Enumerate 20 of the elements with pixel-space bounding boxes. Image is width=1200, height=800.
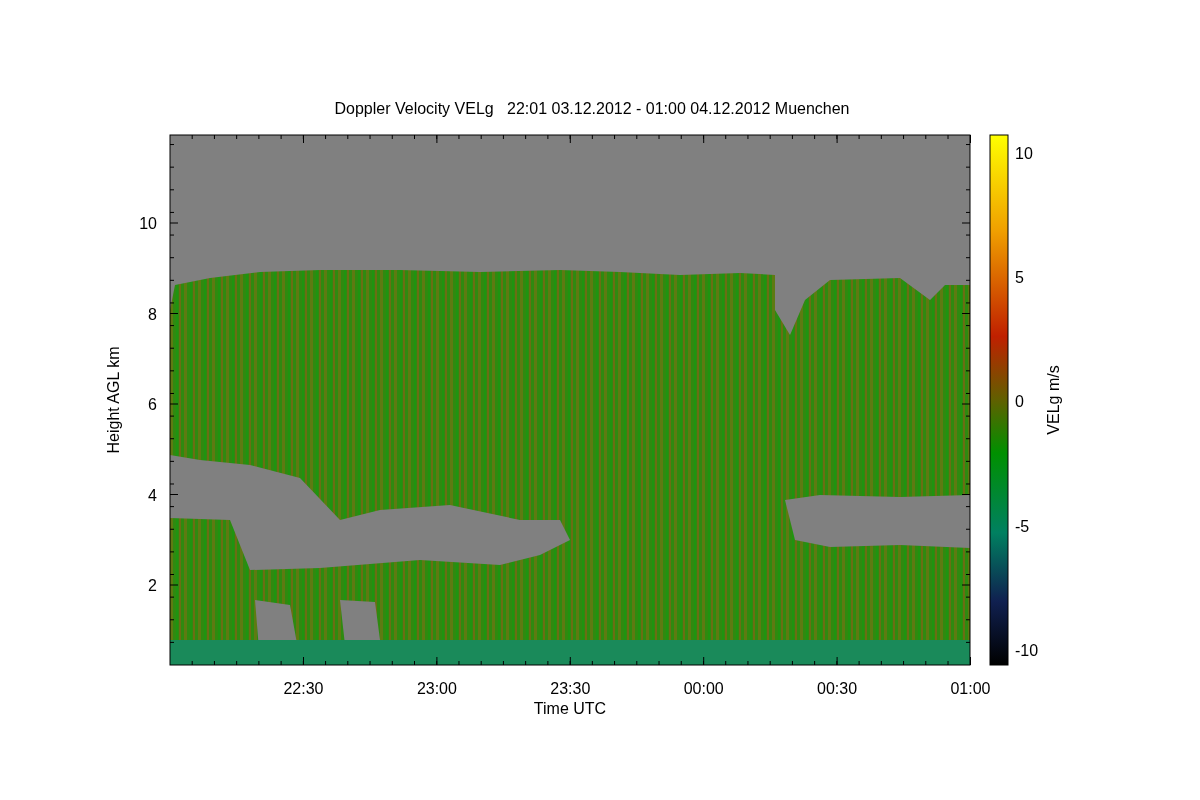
x-axis-label: Time UTC <box>533 700 607 717</box>
colorbar-tick-label: 5 <box>1015 269 1024 287</box>
colorbar-label: VELg m/s <box>1045 365 1062 435</box>
colorbar-tick-label: -5 <box>1015 517 1030 535</box>
plot-title: Doppler Velocity VELg 22:01 03.12.2012 - 01:00 04.12.2012 Muenchen <box>334 100 850 117</box>
colorbar-tick-label: 0 <box>1015 393 1024 411</box>
colorbar-tick-label: 10 <box>1015 145 1033 162</box>
x-tick-label: 23:00 <box>416 680 457 697</box>
y-tick-label: 6 <box>148 396 157 413</box>
y-axis-label: Height AGL km <box>105 346 122 454</box>
y-tick-label: 4 <box>148 486 157 504</box>
x-tick-label: 01:00 <box>950 680 991 697</box>
y-tick-label: 8 <box>148 305 157 323</box>
colorbar-tick-label: -10 <box>1015 641 1039 659</box>
x-tick-label: 00:00 <box>683 680 724 697</box>
x-tick-label: 23:30 <box>550 680 591 697</box>
y-tick-label: 2 <box>148 577 157 594</box>
x-tick-label: 22:30 <box>283 680 324 697</box>
x-tick-label: 00:30 <box>817 680 858 697</box>
y-tick-label: 10 <box>139 215 157 232</box>
